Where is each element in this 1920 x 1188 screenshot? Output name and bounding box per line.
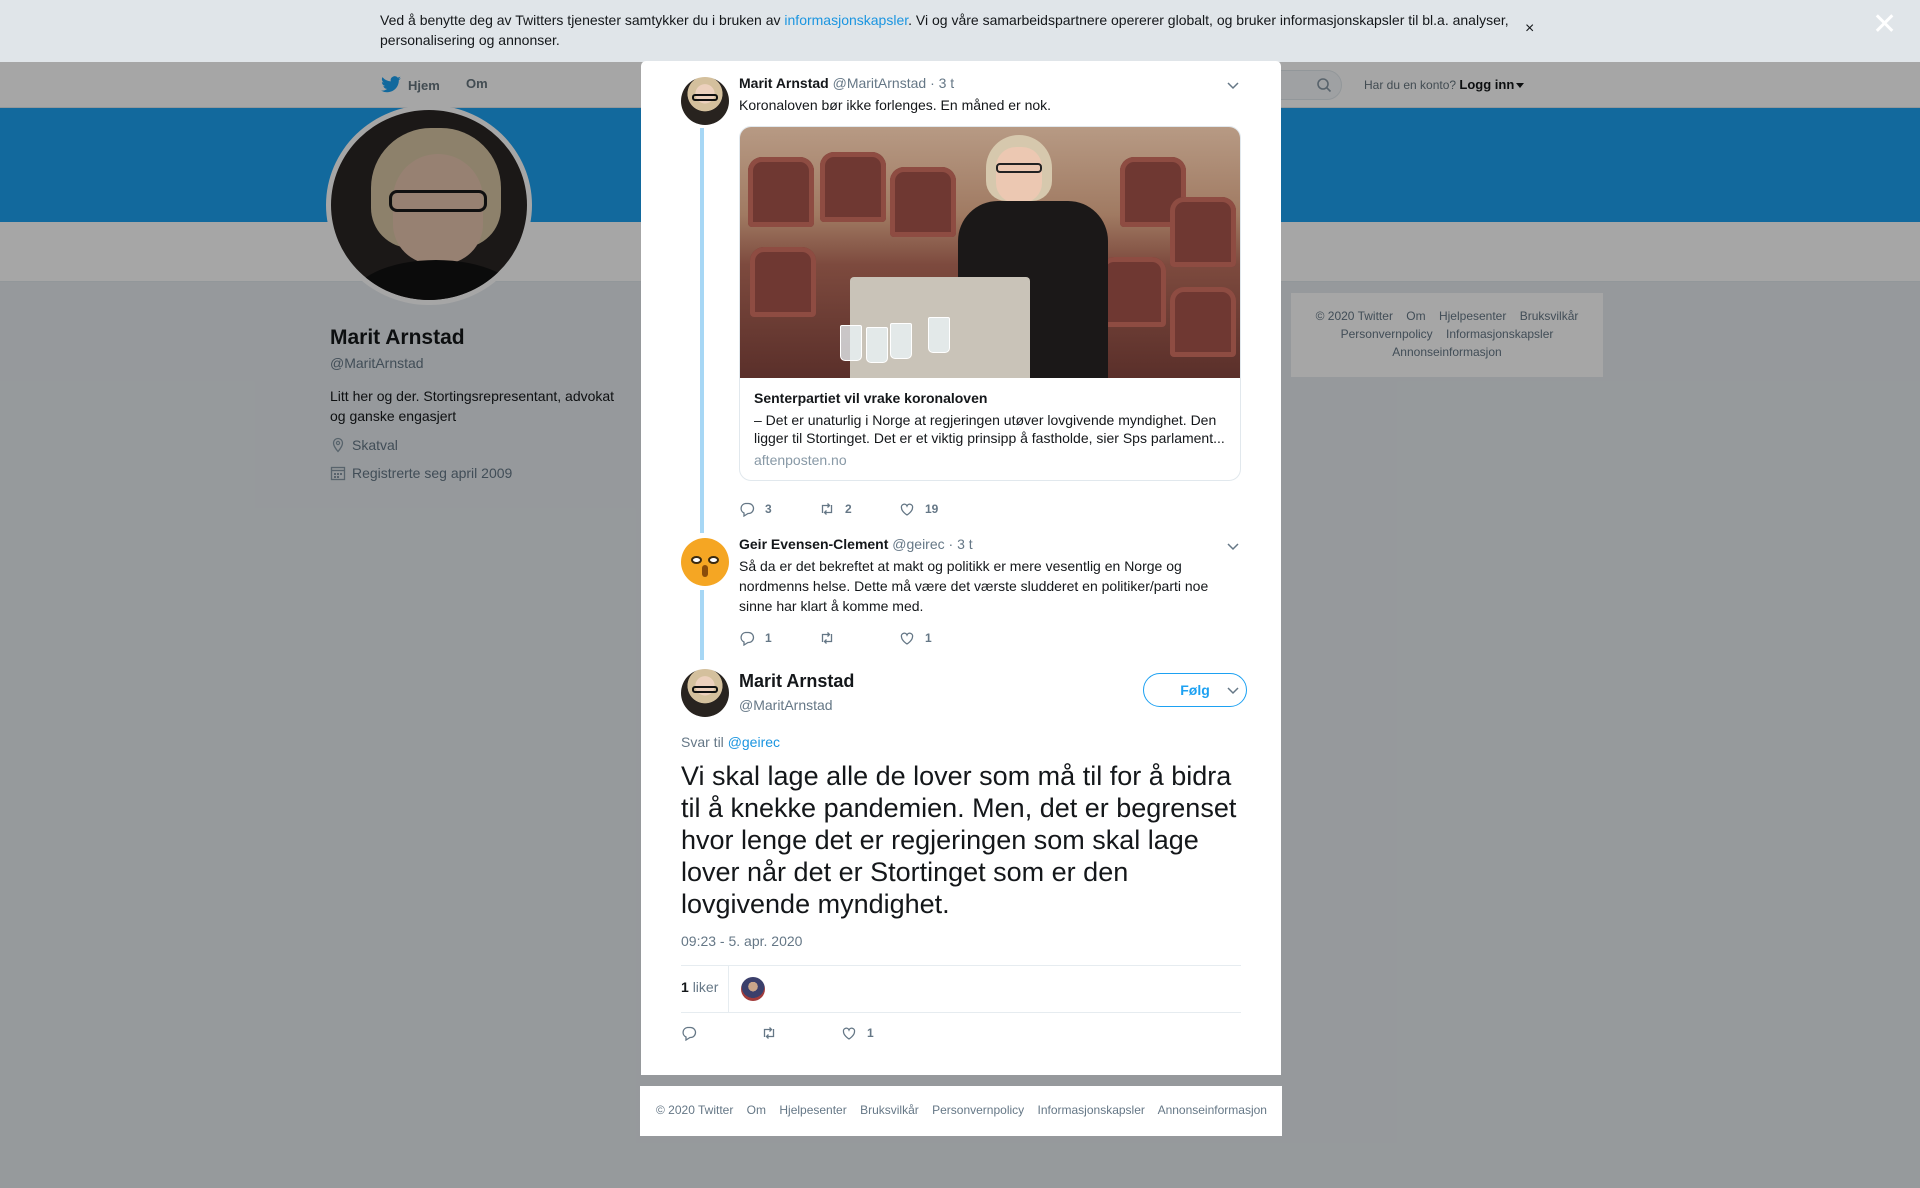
tweet-author-handle[interactable]: @MaritArnstad [833, 75, 927, 91]
tweet-author-name[interactable]: Geir Evensen-Clement [739, 536, 888, 552]
tweet-marit-1[interactable]: Marit Arnstad @MaritArnstad · 3 t Korona… [681, 75, 1241, 535]
like-button[interactable]: 1 [841, 1025, 921, 1041]
footer-link-help[interactable]: Hjelpesenter [779, 1103, 846, 1117]
reply-to-label: Svar til [681, 734, 724, 750]
tweet-header: Marit Arnstad @MaritArnstad · 3 t [739, 75, 954, 91]
likes-label: liker [692, 979, 719, 995]
retweet-icon [763, 1027, 775, 1039]
retweet-icon [821, 503, 833, 515]
reply-count: 3 [765, 502, 772, 516]
thread-connector-line [700, 590, 704, 660]
chevron-down-icon[interactable] [1225, 538, 1241, 554]
like-count: 1 [867, 1026, 874, 1040]
card-image [740, 127, 1240, 378]
retweet-count: 2 [845, 502, 852, 516]
heart-icon [900, 632, 914, 645]
retweet-button[interactable]: 2 [819, 501, 899, 517]
reply-icon [740, 631, 755, 646]
tweet-author-handle[interactable]: @geirec [892, 536, 944, 552]
thread-connector-line [700, 128, 704, 533]
reply-to-handle[interactable]: @geirec [728, 734, 780, 750]
stats-divider [728, 966, 729, 1012]
close-icon[interactable]: ✕ [1872, 10, 1897, 40]
reply-count: 1 [765, 631, 772, 645]
chevron-down-icon[interactable] [1225, 682, 1241, 698]
main-tweet-header: Marit Arnstad @MaritArnstad Følg [681, 667, 1247, 727]
tweet-text: Så da er det bekreftet at makt og politi… [739, 558, 1209, 614]
tweet-text: Koronaloven bør ikke forlenges. En måned… [739, 97, 1052, 113]
reply-button[interactable]: 3 [739, 501, 819, 517]
tweet-actions: 3 2 19 [739, 501, 979, 517]
main-tweet-actions: 1 [681, 1025, 921, 1041]
footer-link-cookies[interactable]: Informasjonskapsler [1038, 1103, 1145, 1117]
card-description: – Det er unaturlig i Norge at regjeringe… [754, 412, 1225, 446]
avatar[interactable] [681, 669, 729, 717]
card-title[interactable]: Senterpartiet vil vrake koronaloven [754, 390, 987, 406]
cookie-consent-bar: Ved å benytte deg av Twitters tjenester … [0, 0, 1920, 62]
footer-link-ads[interactable]: Annonseinformasjon [1158, 1103, 1267, 1117]
likes-stat[interactable]: 1 liker [681, 979, 718, 995]
tweet-time[interactable]: · 3 t [949, 536, 973, 552]
avatar[interactable] [681, 77, 729, 125]
tweet-actions: 1 1 [739, 630, 979, 646]
cookie-policy-link[interactable]: informasjonskapsler [784, 12, 908, 28]
reply-button[interactable]: 1 [739, 630, 819, 646]
footer-link-terms[interactable]: Bruksvilkår [860, 1103, 919, 1117]
like-button[interactable]: 19 [899, 501, 979, 517]
heart-icon [900, 503, 914, 516]
tweet-time[interactable]: · 3 t [930, 75, 954, 91]
tweet-header: Geir Evensen-Clement @geirec · 3 t [739, 536, 973, 552]
like-count: 1 [925, 631, 932, 645]
footer-copyright: © 2020 Twitter [656, 1103, 734, 1117]
tweet-stats: 1 liker [681, 965, 1241, 1013]
like-button[interactable]: 1 [899, 630, 979, 646]
likes-count: 1 [681, 979, 689, 995]
reply-icon [740, 502, 755, 517]
cookie-text-part1: Ved å benytte deg av Twitters tjenester … [380, 12, 785, 28]
tweet-geir[interactable]: Geir Evensen-Clement @geirec · 3 t Så da… [681, 536, 1241, 676]
avatar[interactable] [681, 538, 729, 586]
footer-link-privacy[interactable]: Personvernpolicy [932, 1103, 1024, 1117]
reply-to-line: Svar til @geirec [681, 734, 780, 750]
cookie-close-button[interactable]: × [1525, 20, 1534, 38]
tweet-modal: Marit Arnstad @MaritArnstad · 3 t Korona… [641, 61, 1281, 1075]
card-url[interactable]: aftenposten.no [754, 452, 847, 468]
retweet-button[interactable] [819, 630, 899, 646]
liker-avatar[interactable] [741, 977, 765, 1001]
main-tweet-author-name[interactable]: Marit Arnstad [739, 671, 854, 692]
modal-footer: © 2020 Twitter Om Hjelpesenter Bruksvilk… [640, 1086, 1282, 1136]
main-tweet-text: Vi skal lage alle de lover som må til fo… [681, 761, 1237, 919]
heart-icon [842, 1027, 856, 1040]
reply-button[interactable] [681, 1025, 761, 1041]
link-card[interactable]: Senterpartiet vil vrake koronaloven – De… [739, 126, 1241, 481]
chevron-down-icon[interactable] [1225, 77, 1241, 93]
main-tweet-timestamp[interactable]: 09:23 - 5. apr. 2020 [681, 933, 802, 949]
retweet-button[interactable] [761, 1025, 841, 1041]
tweet-author-name[interactable]: Marit Arnstad [739, 75, 829, 91]
reply-icon [682, 1026, 697, 1041]
like-count: 19 [925, 502, 939, 516]
footer-link-om[interactable]: Om [747, 1103, 766, 1117]
retweet-icon [821, 632, 833, 644]
cookie-consent-text: Ved å benytte deg av Twitters tjenester … [380, 10, 1520, 50]
main-tweet-author-handle[interactable]: @MaritArnstad [739, 697, 833, 713]
